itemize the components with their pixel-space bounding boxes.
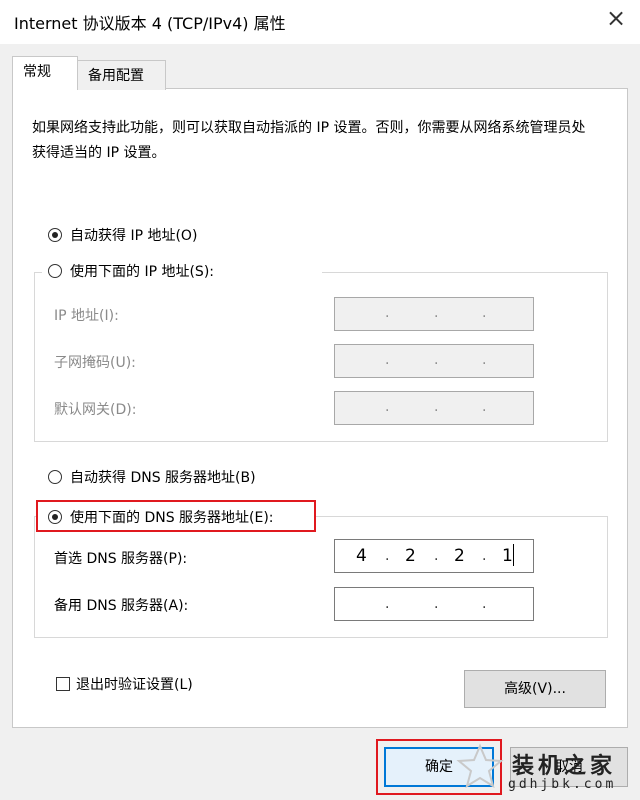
- subnet-mask-label: 子网掩码(U):: [54, 355, 136, 371]
- auto-dns-radio[interactable]: [48, 470, 62, 484]
- validate-settings-label: 退出时验证设置(L): [76, 677, 193, 693]
- octet-separator: .: [385, 596, 390, 612]
- watermark-logo-icon: [456, 742, 504, 790]
- octet-separator: .: [482, 548, 487, 564]
- tab-general[interactable]: 常规: [12, 56, 78, 90]
- text-cursor: [513, 544, 514, 566]
- manual-ip-radio[interactable]: [48, 264, 62, 278]
- octet-separator: .: [482, 305, 487, 321]
- manual-dns-radio[interactable]: [48, 510, 62, 524]
- window-title: Internet 协议版本 4 (TCP/IPv4) 属性: [14, 14, 286, 33]
- octet-separator: .: [385, 305, 390, 321]
- ip-address-label: IP 地址(I):: [54, 308, 119, 324]
- manual-dns-label: 使用下面的 DNS 服务器地址(E):: [70, 510, 274, 526]
- octet-separator: .: [385, 548, 390, 564]
- preferred-dns-label: 首选 DNS 服务器(P):: [54, 551, 188, 567]
- octet-separator: .: [385, 399, 390, 415]
- octet-separator: .: [385, 352, 390, 368]
- octet-separator: .: [434, 548, 439, 564]
- tab-alternate-configuration[interactable]: 备用配置: [78, 60, 166, 90]
- preferred-dns-octet-4: 1: [502, 546, 513, 566]
- octet-separator: .: [434, 352, 439, 368]
- advanced-button[interactable]: 高级(V)...: [464, 670, 606, 708]
- auto-ip-radio[interactable]: [48, 228, 62, 242]
- auto-ip-label: 自动获得 IP 地址(O): [70, 228, 198, 244]
- close-icon: ×: [605, 4, 627, 32]
- watermark-text: 装机之家: [512, 754, 617, 779]
- octet-separator: .: [434, 596, 439, 612]
- octet-separator: .: [434, 399, 439, 415]
- octet-separator: .: [482, 399, 487, 415]
- validate-settings-checkbox[interactable]: [56, 677, 70, 691]
- octet-separator: .: [482, 596, 487, 612]
- description-text: 如果网络支持此功能，则可以获取自动指派的 IP 设置。否则，你需要从网络系统管理…: [32, 120, 586, 161]
- preferred-dns-octet-3: 2: [454, 546, 465, 566]
- close-button[interactable]: ×: [602, 4, 630, 32]
- auto-dns-label: 自动获得 DNS 服务器地址(B): [70, 470, 256, 486]
- preferred-dns-octet-1: 4: [356, 546, 367, 566]
- default-gateway-label: 默认网关(D):: [54, 402, 137, 418]
- octet-separator: .: [482, 352, 487, 368]
- octet-separator: .: [434, 305, 439, 321]
- preferred-dns-octet-2: 2: [405, 546, 416, 566]
- alternate-dns-label: 备用 DNS 服务器(A):: [54, 598, 189, 614]
- watermark-url: gdhjbk.com: [508, 777, 617, 792]
- manual-ip-label: 使用下面的 IP 地址(S):: [70, 264, 214, 280]
